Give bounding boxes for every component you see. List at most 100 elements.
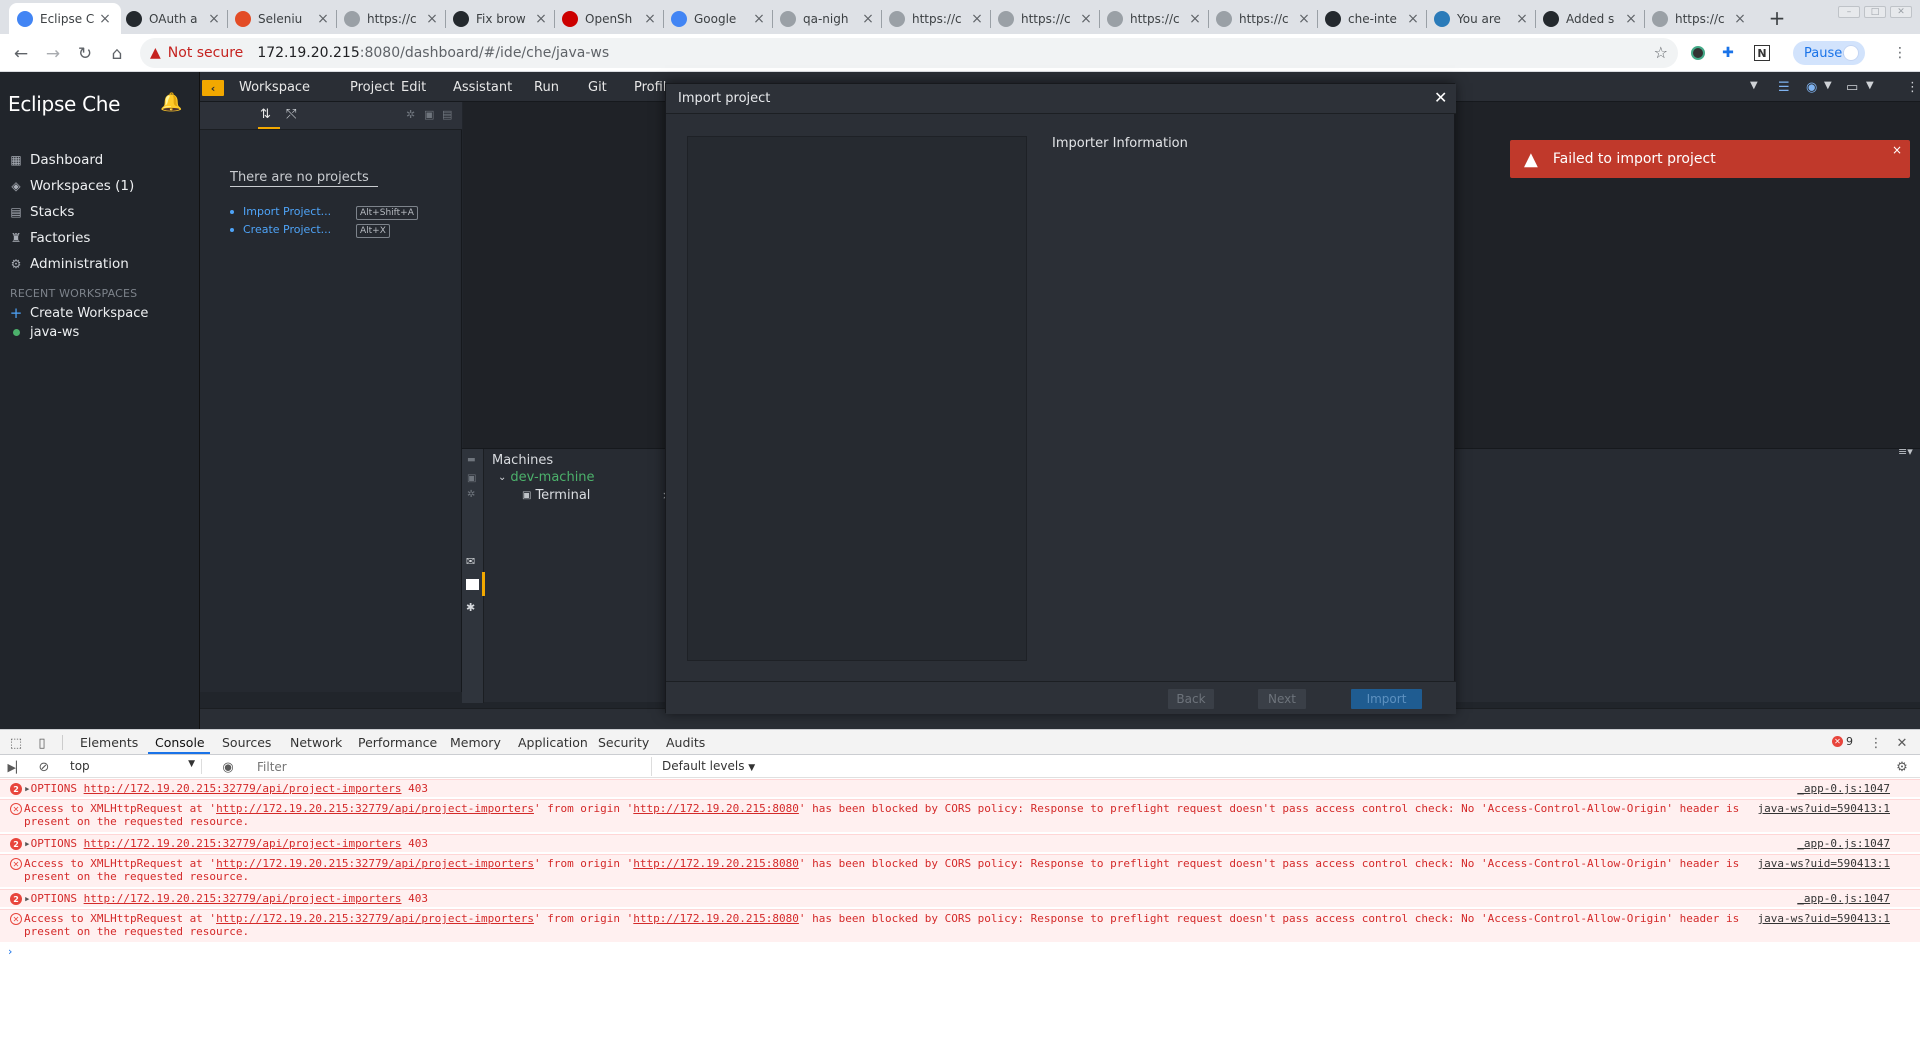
home-button[interactable]: ⌂ xyxy=(105,42,129,66)
filter-input[interactable] xyxy=(252,757,652,776)
chevron-down-icon[interactable]: ⌄ xyxy=(498,472,506,483)
error-counter[interactable]: ✕ 9 xyxy=(1832,735,1853,748)
import-button[interactable]: Import xyxy=(1351,689,1422,709)
browser-tab[interactable]: che-inte × xyxy=(1317,3,1429,34)
reload-button[interactable]: ↻ xyxy=(73,42,97,66)
close-icon[interactable]: × xyxy=(1514,11,1530,27)
tab-console[interactable]: Console xyxy=(155,735,205,750)
close-icon[interactable]: × xyxy=(642,11,658,27)
target-icon[interactable]: ◉ xyxy=(1806,80,1817,95)
sidebar-item-factories[interactable]: ♜ Factories xyxy=(9,227,91,249)
context-select[interactable]: top ▼ xyxy=(70,759,202,774)
expand-triangle-icon[interactable]: ▸ xyxy=(24,892,31,905)
gear-icon[interactable]: ✲ xyxy=(467,489,475,500)
extension-puzzle-icon[interactable]: ✚ xyxy=(1718,43,1738,63)
window-layout-icon[interactable]: ▭ xyxy=(1846,80,1858,95)
new-tab-button[interactable]: + xyxy=(1764,6,1790,30)
profile-paused-button[interactable]: Paused xyxy=(1793,41,1865,65)
browser-tab[interactable]: Eclipse C × xyxy=(9,3,121,34)
chevron-down-icon[interactable]: ▼ xyxy=(1750,80,1758,91)
device-toolbar-icon[interactable]: ▯ xyxy=(34,735,50,751)
sidebar-toggle-icon[interactable]: ▶▏ xyxy=(8,759,25,775)
minimize-icon[interactable]: ▤ xyxy=(442,108,452,121)
import-project-link[interactable]: Import Project... xyxy=(230,205,331,218)
chevron-down-icon[interactable]: ▼ xyxy=(1824,80,1832,91)
sidebar-item-workspaces[interactable]: ◈ Workspaces (1) xyxy=(9,175,134,197)
gear-icon[interactable]: ⚙ xyxy=(1894,759,1910,775)
error-notification[interactable]: ▲ Failed to import project × xyxy=(1510,140,1910,178)
request-url-link[interactable]: http://172.19.20.215:32779/api/project-i… xyxy=(84,837,402,850)
menu-profil[interactable]: Profil xyxy=(634,80,666,95)
close-icon[interactable]: × xyxy=(1405,11,1421,27)
browser-tab[interactable]: https://c × xyxy=(990,3,1102,34)
importer-list[interactable] xyxy=(687,136,1027,661)
source-link[interactable]: _app-0.js:1047 xyxy=(1797,837,1890,850)
browser-tab[interactable]: https://c × xyxy=(336,3,448,34)
panel-menu-icon[interactable]: ≡▾ xyxy=(1898,445,1913,458)
window-minimize-button[interactable]: – xyxy=(1838,6,1860,18)
expand-triangle-icon[interactable]: ▸ xyxy=(24,782,31,795)
close-icon[interactable]: × xyxy=(1732,11,1748,27)
tab-security[interactable]: Security xyxy=(598,735,649,750)
console-error-row[interactable]: ✕ Access to XMLHttpRequest at 'http://172… xyxy=(0,854,1920,887)
terminal-panel-icon[interactable] xyxy=(466,579,479,590)
maximize-icon[interactable]: ▣ xyxy=(467,473,476,484)
browser-tab[interactable]: https://c × xyxy=(881,3,993,34)
browser-menu-icon[interactable]: ⋮ xyxy=(1890,43,1910,63)
close-icon[interactable]: × xyxy=(97,11,113,27)
menu-git[interactable]: Git xyxy=(588,80,607,95)
source-link[interactable]: java-ws?uid=590413:1 xyxy=(1758,857,1890,870)
origin-url-link[interactable]: http://172.19.20.215:8080 xyxy=(633,912,799,925)
che-logo[interactable]: Eclipse Che xyxy=(8,92,120,116)
console-error-row[interactable]: ✕ Access to XMLHttpRequest at 'http://172… xyxy=(0,799,1920,832)
menu-workspace[interactable]: Workspace xyxy=(239,80,310,95)
tab-audits[interactable]: Audits xyxy=(666,735,705,750)
close-icon[interactable]: ✕ xyxy=(1434,88,1447,107)
browser-tab[interactable]: https://c × xyxy=(1644,3,1756,34)
tab-elements[interactable]: Elements xyxy=(80,735,138,750)
chevron-down-icon[interactable]: ▼ xyxy=(1866,80,1874,91)
tab-memory[interactable]: Memory xyxy=(450,735,501,750)
origin-url-link[interactable]: http://172.19.20.215:8080 xyxy=(633,857,799,870)
tab-performance[interactable]: Performance xyxy=(358,735,437,750)
terminal-tree-item[interactable]: ▣ Terminal × xyxy=(522,488,672,503)
clear-console-icon[interactable]: ⊘ xyxy=(36,759,52,775)
tab-sources[interactable]: Sources xyxy=(222,735,271,750)
address-bar[interactable]: ▲ Not secure 172.19.20.215 :8080/dashboa… xyxy=(140,38,1678,68)
source-link[interactable]: java-ws?uid=590413:1 xyxy=(1758,912,1890,925)
close-icon[interactable]: × xyxy=(533,11,549,27)
console-error-row[interactable]: 2 ▸OPTIONS http://172.19.20.215:32779/api… xyxy=(0,779,1920,797)
recent-workspace-item[interactable]: java-ws xyxy=(9,321,79,343)
browser-tab[interactable]: Seleniu × xyxy=(227,3,339,34)
window-close-button[interactable]: ✕ xyxy=(1890,6,1912,18)
close-icon[interactable]: × xyxy=(1892,143,1902,157)
collapse-dashboard-button[interactable]: ‹ xyxy=(202,80,224,96)
request-url-link[interactable]: http://172.19.20.215:32779/api/project-i… xyxy=(216,912,534,925)
bell-icon[interactable]: 🔔 xyxy=(160,92,182,113)
list-view-icon[interactable]: ☰ xyxy=(1778,80,1790,95)
collapse-icon[interactable]: ⤲ xyxy=(286,107,296,122)
console-error-row[interactable]: 2 ▸OPTIONS http://172.19.20.215:32779/api… xyxy=(0,834,1920,852)
browser-tab[interactable]: qa-nigh × xyxy=(772,3,884,34)
console-prompt[interactable]: › xyxy=(8,945,12,958)
request-url-link[interactable]: http://172.19.20.215:32779/api/project-i… xyxy=(216,802,534,815)
request-url-link[interactable]: http://172.19.20.215:32779/api/project-i… xyxy=(216,857,534,870)
request-url-link[interactable]: http://172.19.20.215:32779/api/project-i… xyxy=(84,892,402,905)
eye-icon[interactable]: ◉ xyxy=(220,759,236,775)
close-icon[interactable]: × xyxy=(424,11,440,27)
close-icon[interactable]: × xyxy=(1187,11,1203,27)
browser-tab[interactable]: You are × xyxy=(1426,3,1538,34)
extension-circle-icon[interactable] xyxy=(1688,43,1708,63)
console-error-row[interactable]: 2 ▸OPTIONS http://172.19.20.215:32779/api… xyxy=(0,889,1920,907)
sidebar-item-stacks[interactable]: ▤ Stacks xyxy=(9,201,74,223)
menu-assistant[interactable]: Assistant xyxy=(453,80,512,95)
close-icon[interactable]: × xyxy=(751,11,767,27)
browser-tab[interactable]: OpenSh × xyxy=(554,3,666,34)
origin-url-link[interactable]: http://172.19.20.215:8080 xyxy=(633,802,799,815)
close-icon[interactable]: × xyxy=(969,11,985,27)
security-label[interactable]: Not secure xyxy=(168,45,244,61)
window-maximize-button[interactable]: □ xyxy=(1864,6,1886,18)
log-levels-dropdown[interactable]: Default levels ▼ xyxy=(662,759,755,773)
gear-icon[interactable]: ✲ xyxy=(406,108,415,121)
close-icon[interactable]: × xyxy=(860,11,876,27)
